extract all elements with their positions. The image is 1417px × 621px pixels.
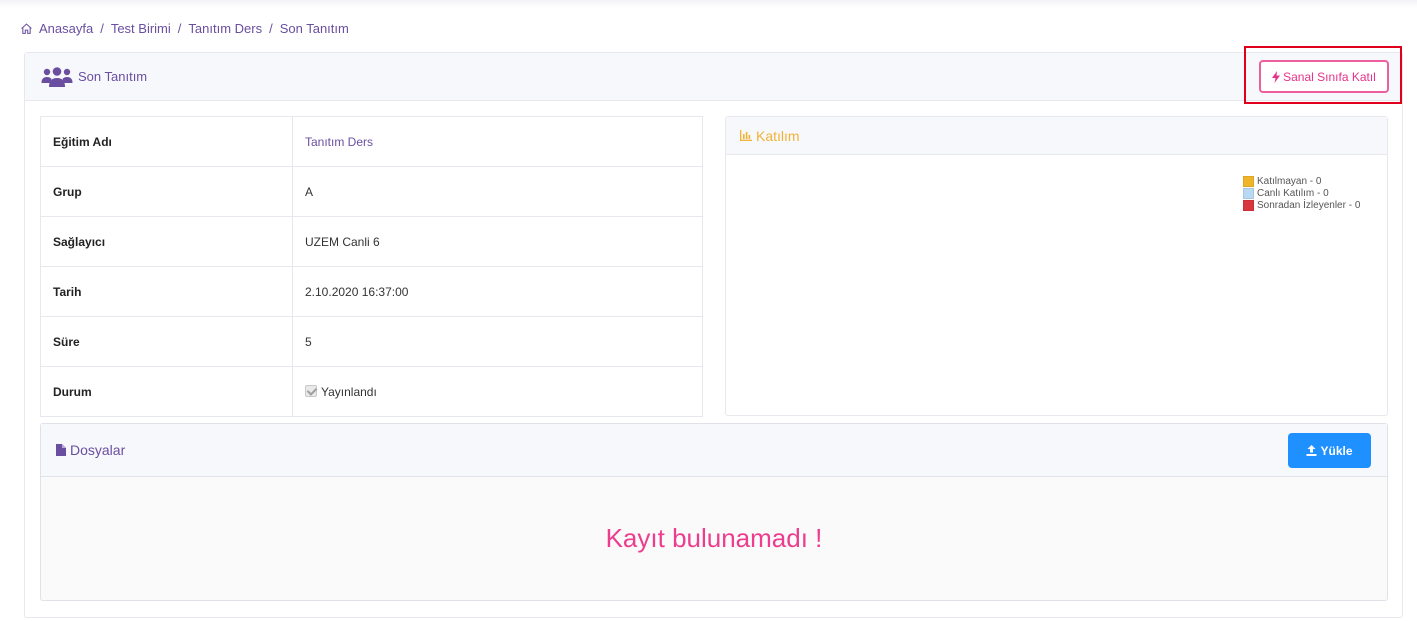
files-title: Dosyalar <box>70 442 126 458</box>
detail-value: UZEM Canli 6 <box>292 216 703 267</box>
published-checkbox <box>305 384 317 397</box>
legend-label: Canlı Katılım - 0 <box>1257 187 1329 199</box>
session-card: Son Tanıtım Sanal Sınıfa Katıl Eğitim Ad… <box>24 46 1403 618</box>
breadcrumb-item-current: Son Tanıtım <box>279 20 349 36</box>
files-header: Dosyalar Yükle <box>41 424 1387 477</box>
breadcrumb-separator: / <box>269 20 273 36</box>
breadcrumb-item-course[interactable]: Tanıtım Ders <box>188 21 262 36</box>
home-icon[interactable] <box>20 22 33 35</box>
legend-label: Katılmayan - 0 <box>1257 175 1322 187</box>
join-virtual-class-button[interactable]: Sanal Sınıfa Katıl <box>1259 60 1389 93</box>
join-button-label: Sanal Sınıfa Katıl <box>1283 69 1376 84</box>
bolt-icon <box>1272 70 1281 83</box>
breadcrumb-item-unit[interactable]: Test Birimi <box>111 21 171 36</box>
upload-button-label: Yükle <box>1320 443 1353 458</box>
breadcrumb-separator: / <box>100 20 104 36</box>
status-text: Yayınlandı <box>321 384 377 399</box>
session-details-table: Eğitim Adı Tanıtım Ders Grup A Sağlayıcı… <box>40 116 703 417</box>
table-row: Durum Yayınlandı <box>40 366 703 417</box>
detail-label: Eğitim Adı <box>40 116 293 167</box>
detail-value: 5 <box>292 316 703 367</box>
table-row: Grup A <box>40 166 703 217</box>
users-icon <box>40 66 74 88</box>
attendance-chart-header: Katılım <box>726 117 1387 155</box>
detail-value: 2.10.2020 16:37:00 <box>292 266 703 317</box>
legend-item: Canlı Katılım - 0 <box>1243 187 1360 199</box>
detail-label: Grup <box>40 166 293 217</box>
detail-value: A <box>292 166 703 217</box>
legend-item: Katılmayan - 0 <box>1243 175 1360 187</box>
attendance-chart-card: Katılım Katılmayan - 0 Canlı Katılım - 0… <box>725 116 1388 416</box>
bar-chart-icon <box>740 130 752 141</box>
legend-swatch <box>1243 187 1254 199</box>
breadcrumb-separator: / <box>177 20 182 36</box>
breadcrumb: Anasayfa / Test Birimi / Tanıtım Ders / … <box>20 19 349 37</box>
table-row: Sağlayıcı UZEM Canli 6 <box>40 216 703 267</box>
legend-label: Sonradan İzleyenler - 0 <box>1257 199 1361 211</box>
detail-label: Durum <box>40 366 293 417</box>
file-icon <box>56 444 66 456</box>
detail-value-status: Yayınlandı <box>292 366 703 417</box>
detail-label: Süre <box>40 316 293 367</box>
legend-swatch <box>1243 175 1254 187</box>
top-shade <box>0 0 1417 8</box>
table-row: Süre 5 <box>40 316 703 367</box>
legend-item: Sonradan İzleyenler - 0 <box>1243 199 1360 211</box>
chart-legend: Katılmayan - 0 Canlı Katılım - 0 Sonrada… <box>1243 175 1360 211</box>
session-header: Son Tanıtım <box>25 53 1402 101</box>
legend-swatch <box>1243 199 1254 211</box>
detail-value-course[interactable]: Tanıtım Ders <box>292 116 703 167</box>
files-card: Dosyalar Yükle Kayıt bulunamadı ! <box>40 423 1388 601</box>
upload-button[interactable]: Yükle <box>1288 433 1371 468</box>
table-row: Eğitim Adı Tanıtım Ders <box>40 116 703 167</box>
no-records-message: Kayıt bulunamadı ! <box>605 523 823 553</box>
detail-label: Sağlayıcı <box>40 216 293 267</box>
breadcrumb-item-home[interactable]: Anasayfa <box>39 21 93 36</box>
detail-label: Tarih <box>40 266 293 317</box>
upload-icon <box>1306 445 1317 456</box>
table-row: Tarih 2.10.2020 16:37:00 <box>40 266 703 317</box>
session-title: Son Tanıtım <box>78 69 148 84</box>
attendance-chart-title: Katılım <box>756 127 800 144</box>
